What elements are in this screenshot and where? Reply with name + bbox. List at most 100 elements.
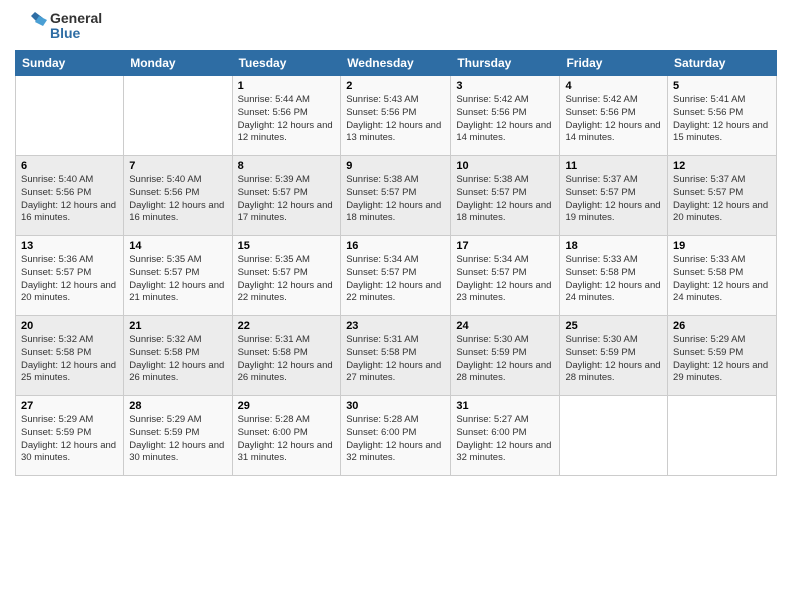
day-info: Sunrise: 5:38 AMSunset: 5:57 PMDaylight:… xyxy=(346,174,445,225)
day-info: Sunrise: 5:34 AMSunset: 5:57 PMDaylight:… xyxy=(456,254,554,305)
day-info: Sunrise: 5:32 AMSunset: 5:58 PMDaylight:… xyxy=(21,334,118,385)
day-number: 1 xyxy=(238,80,336,92)
day-info: Sunrise: 5:35 AMSunset: 5:57 PMDaylight:… xyxy=(129,254,226,305)
day-info: Sunrise: 5:41 AMSunset: 5:56 PMDaylight:… xyxy=(673,94,771,145)
day-info: Sunrise: 5:42 AMSunset: 5:56 PMDaylight:… xyxy=(456,94,554,145)
day-number: 11 xyxy=(565,160,662,172)
calendar-page: General Blue Sunday Monday Tuesday Wedne… xyxy=(0,0,792,612)
day-number: 5 xyxy=(673,80,771,92)
day-info: Sunrise: 5:42 AMSunset: 5:56 PMDaylight:… xyxy=(565,94,662,145)
day-cell: 15 Sunrise: 5:35 AMSunset: 5:57 PMDayligh… xyxy=(232,236,341,316)
day-info: Sunrise: 5:31 AMSunset: 5:58 PMDaylight:… xyxy=(346,334,445,385)
day-cell: 9 Sunrise: 5:38 AMSunset: 5:57 PMDaylight… xyxy=(341,156,451,236)
day-info: Sunrise: 5:29 AMSunset: 5:59 PMDaylight:… xyxy=(673,334,771,385)
header: General Blue xyxy=(15,10,777,42)
day-cell: 21 Sunrise: 5:32 AMSunset: 5:58 PMDayligh… xyxy=(124,316,232,396)
day-number: 25 xyxy=(565,320,662,332)
day-number: 23 xyxy=(346,320,445,332)
day-number: 29 xyxy=(238,400,336,412)
day-cell: 7Sunrise: 5:40 AMSunset: 5:56 PMDaylight… xyxy=(124,156,232,236)
day-cell: 11 Sunrise: 5:37 AMSunset: 5:57 PMDayligh… xyxy=(560,156,668,236)
day-cell xyxy=(668,396,777,476)
day-cell: 5 Sunrise: 5:41 AMSunset: 5:56 PMDaylight… xyxy=(668,76,777,156)
day-info: Sunrise: 5:31 AMSunset: 5:58 PMDaylight:… xyxy=(238,334,336,385)
day-cell: 2 Sunrise: 5:43 AMSunset: 5:56 PMDaylight… xyxy=(341,76,451,156)
day-info: Sunrise: 5:27 AMSunset: 6:00 PMDaylight:… xyxy=(456,414,554,465)
day-number: 22 xyxy=(238,320,336,332)
day-cell: 25Sunrise: 5:30 AMSunset: 5:59 PMDayligh… xyxy=(560,316,668,396)
day-info: Sunrise: 5:29 AMSunset: 5:59 PMDaylight:… xyxy=(129,414,226,465)
day-info: Sunrise: 5:36 AMSunset: 5:57 PMDaylight:… xyxy=(21,254,118,305)
day-number: 18 xyxy=(565,240,662,252)
day-number: 2 xyxy=(346,80,445,92)
day-cell xyxy=(124,76,232,156)
col-sunday: Sunday xyxy=(16,51,124,76)
day-number: 16 xyxy=(346,240,445,252)
day-info: Sunrise: 5:39 AMSunset: 5:57 PMDaylight:… xyxy=(238,174,336,225)
day-number: 27 xyxy=(21,400,118,412)
week-row-0: 1 Sunrise: 5:44 AMSunset: 5:56 PMDaylight… xyxy=(16,76,777,156)
day-cell: 18 Sunrise: 5:33 AMSunset: 5:58 PMDayligh… xyxy=(560,236,668,316)
day-cell: 19 Sunrise: 5:33 AMSunset: 5:58 PMDayligh… xyxy=(668,236,777,316)
day-info: Sunrise: 5:44 AMSunset: 5:56 PMDaylight:… xyxy=(238,94,336,145)
week-row-1: 6Sunrise: 5:40 AMSunset: 5:56 PMDaylight… xyxy=(16,156,777,236)
col-tuesday: Tuesday xyxy=(232,51,341,76)
logo-general: General xyxy=(50,11,102,26)
col-friday: Friday xyxy=(560,51,668,76)
logo-icon xyxy=(15,10,47,42)
day-cell: 14 Sunrise: 5:35 AMSunset: 5:57 PMDayligh… xyxy=(124,236,232,316)
col-wednesday: Wednesday xyxy=(341,51,451,76)
day-number: 4 xyxy=(565,80,662,92)
day-number: 21 xyxy=(129,320,226,332)
day-cell: 6Sunrise: 5:40 AMSunset: 5:56 PMDaylight… xyxy=(16,156,124,236)
day-number: 6 xyxy=(21,160,118,172)
day-cell: 13 Sunrise: 5:36 AMSunset: 5:57 PMDayligh… xyxy=(16,236,124,316)
day-cell: 1 Sunrise: 5:44 AMSunset: 5:56 PMDaylight… xyxy=(232,76,341,156)
day-number: 14 xyxy=(129,240,226,252)
day-cell: 10Sunrise: 5:38 AMSunset: 5:57 PMDayligh… xyxy=(451,156,560,236)
day-number: 31 xyxy=(456,400,554,412)
day-number: 19 xyxy=(673,240,771,252)
day-cell: 22 Sunrise: 5:31 AMSunset: 5:58 PMDayligh… xyxy=(232,316,341,396)
day-cell xyxy=(16,76,124,156)
day-info: Sunrise: 5:43 AMSunset: 5:56 PMDaylight:… xyxy=(346,94,445,145)
day-number: 13 xyxy=(21,240,118,252)
day-number: 15 xyxy=(238,240,336,252)
day-info: Sunrise: 5:33 AMSunset: 5:58 PMDaylight:… xyxy=(565,254,662,305)
day-number: 24 xyxy=(456,320,554,332)
day-info: Sunrise: 5:34 AMSunset: 5:57 PMDaylight:… xyxy=(346,254,445,305)
col-saturday: Saturday xyxy=(668,51,777,76)
day-info: Sunrise: 5:32 AMSunset: 5:58 PMDaylight:… xyxy=(129,334,226,385)
col-thursday: Thursday xyxy=(451,51,560,76)
week-row-3: 20Sunrise: 5:32 AMSunset: 5:58 PMDayligh… xyxy=(16,316,777,396)
day-info: Sunrise: 5:29 AMSunset: 5:59 PMDaylight:… xyxy=(21,414,118,465)
day-number: 9 xyxy=(346,160,445,172)
day-info: Sunrise: 5:37 AMSunset: 5:57 PMDaylight:… xyxy=(565,174,662,225)
day-info: Sunrise: 5:30 AMSunset: 5:59 PMDaylight:… xyxy=(456,334,554,385)
week-row-4: 27 Sunrise: 5:29 AMSunset: 5:59 PMDayligh… xyxy=(16,396,777,476)
day-cell: 26 Sunrise: 5:29 AMSunset: 5:59 PMDayligh… xyxy=(668,316,777,396)
day-cell: 3Sunrise: 5:42 AMSunset: 5:56 PMDaylight… xyxy=(451,76,560,156)
day-cell: 29 Sunrise: 5:28 AMSunset: 6:00 PMDayligh… xyxy=(232,396,341,476)
day-number: 17 xyxy=(456,240,554,252)
day-cell: 31 Sunrise: 5:27 AMSunset: 6:00 PMDayligh… xyxy=(451,396,560,476)
day-cell: 23 Sunrise: 5:31 AMSunset: 5:58 PMDayligh… xyxy=(341,316,451,396)
calendar-table: Sunday Monday Tuesday Wednesday Thursday… xyxy=(15,50,777,476)
day-info: Sunrise: 5:28 AMSunset: 6:00 PMDaylight:… xyxy=(238,414,336,465)
day-cell: 12Sunrise: 5:37 AMSunset: 5:57 PMDayligh… xyxy=(668,156,777,236)
day-cell: 28 Sunrise: 5:29 AMSunset: 5:59 PMDayligh… xyxy=(124,396,232,476)
day-info: Sunrise: 5:33 AMSunset: 5:58 PMDaylight:… xyxy=(673,254,771,305)
day-number: 28 xyxy=(129,400,226,412)
logo: General Blue xyxy=(15,10,102,42)
day-info: Sunrise: 5:37 AMSunset: 5:57 PMDaylight:… xyxy=(673,174,771,225)
day-info: Sunrise: 5:35 AMSunset: 5:57 PMDaylight:… xyxy=(238,254,336,305)
day-number: 10 xyxy=(456,160,554,172)
day-number: 26 xyxy=(673,320,771,332)
day-cell: 8Sunrise: 5:39 AMSunset: 5:57 PMDaylight… xyxy=(232,156,341,236)
day-number: 30 xyxy=(346,400,445,412)
logo-blue: Blue xyxy=(50,26,102,41)
day-cell: 4 Sunrise: 5:42 AMSunset: 5:56 PMDaylight… xyxy=(560,76,668,156)
day-info: Sunrise: 5:28 AMSunset: 6:00 PMDaylight:… xyxy=(346,414,445,465)
day-cell: 17 Sunrise: 5:34 AMSunset: 5:57 PMDayligh… xyxy=(451,236,560,316)
day-cell: 30 Sunrise: 5:28 AMSunset: 6:00 PMDayligh… xyxy=(341,396,451,476)
